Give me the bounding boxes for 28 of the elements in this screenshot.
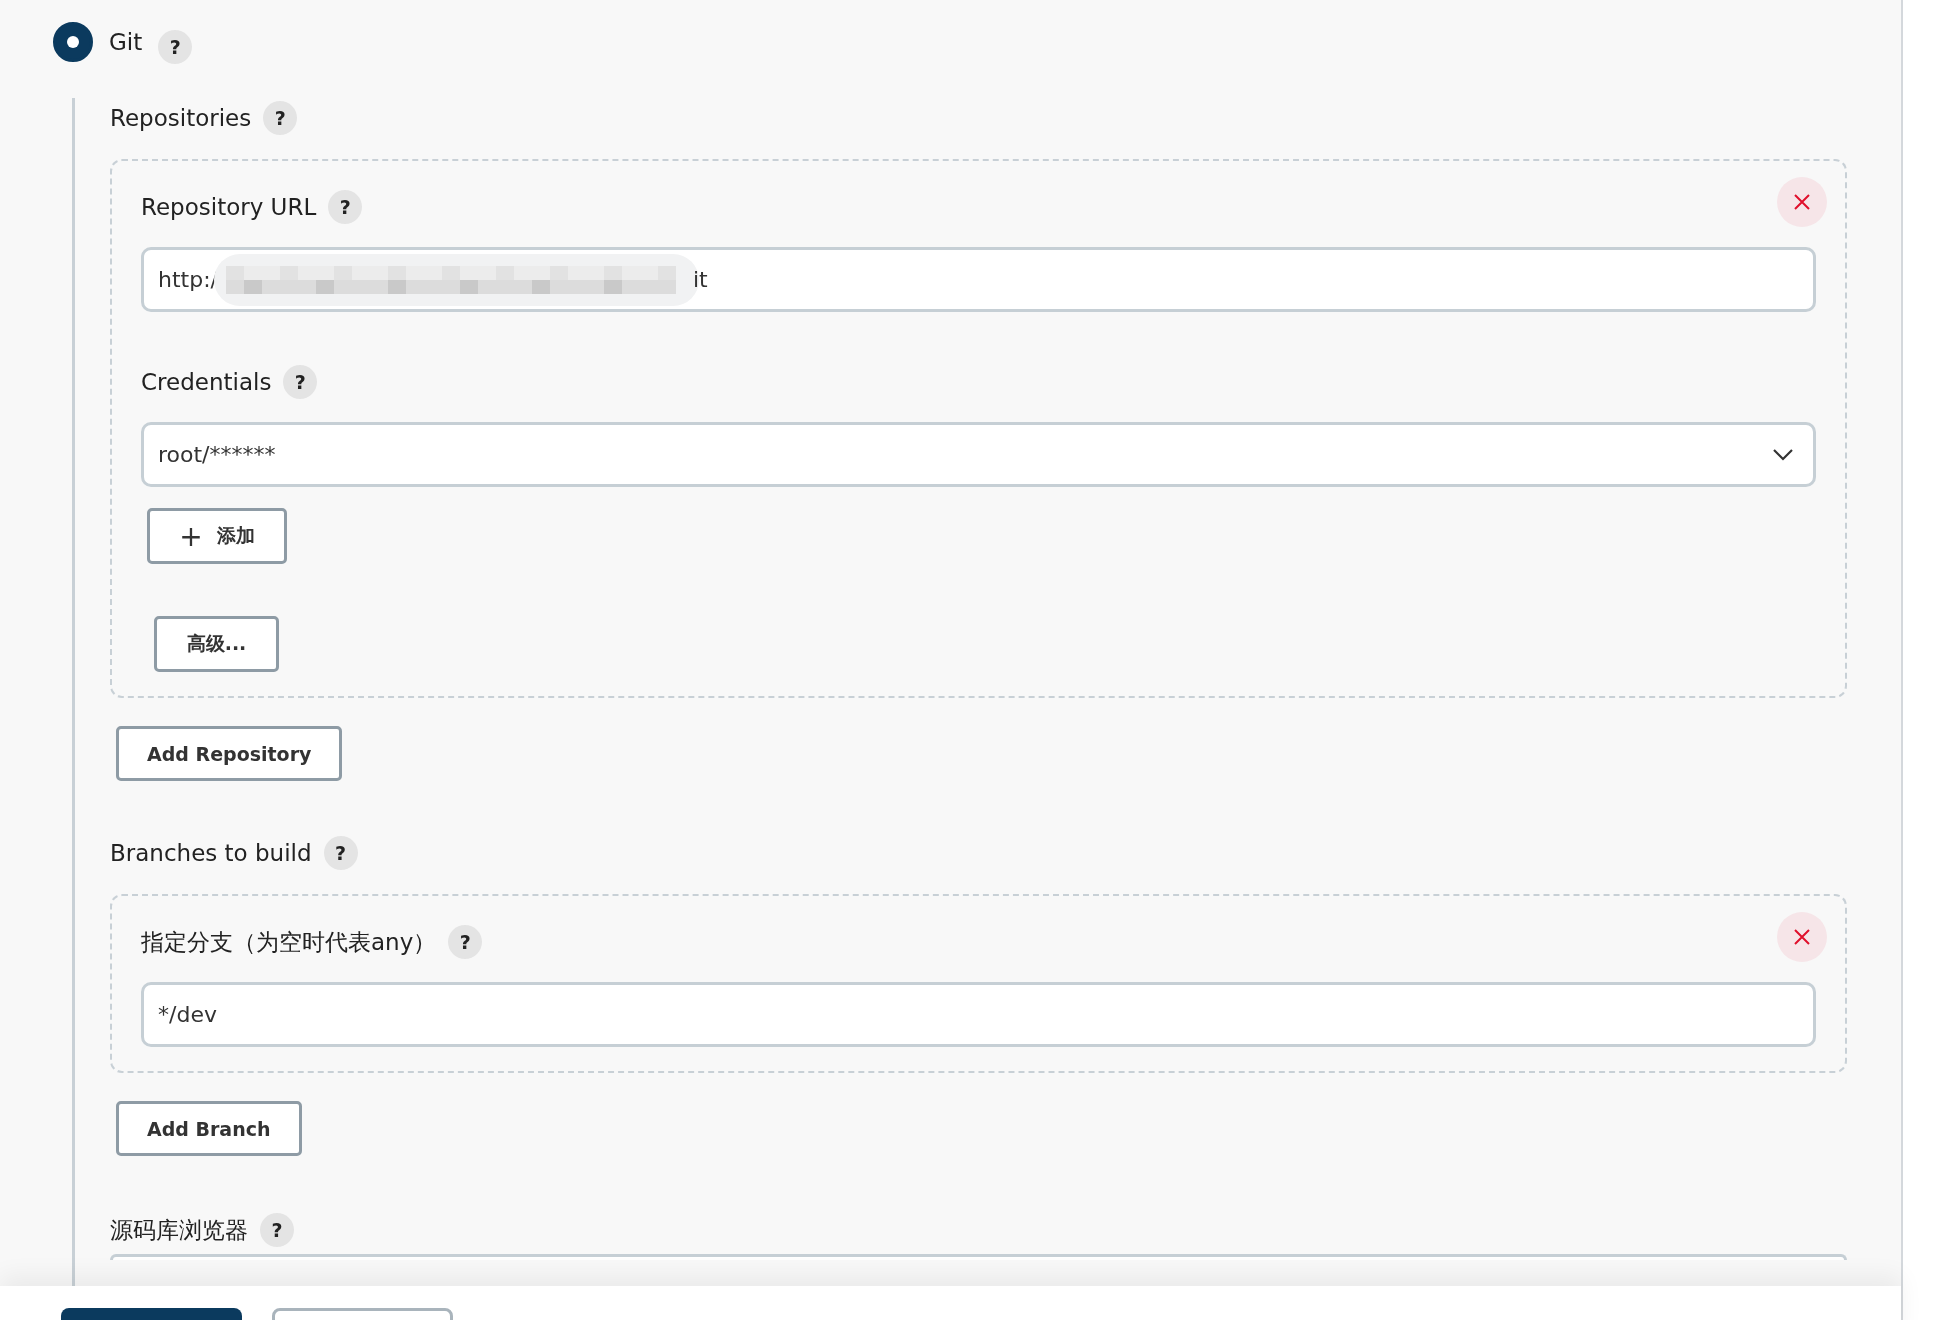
help-button[interactable]: ?: [323, 836, 358, 870]
field-label: Credentials: [141, 369, 272, 395]
help-button[interactable]: ?: [158, 30, 193, 64]
close-button[interactable]: [1777, 177, 1827, 227]
help-button[interactable]: ?: [328, 190, 363, 224]
option-label: Git: [109, 29, 143, 55]
select-field[interactable]: [110, 1254, 1847, 1260]
help-button[interactable]: ?: [283, 365, 318, 399]
input-field[interactable]: */dev: [141, 982, 1816, 1047]
select-field[interactable]: root/******: [141, 422, 1816, 487]
input-field[interactable]: http:/ it: [141, 247, 1816, 312]
field-label: Repository URL: [141, 194, 317, 220]
close-icon: [1793, 928, 1811, 946]
help-button[interactable]: ?: [263, 101, 298, 135]
section-label: 源码库浏览器: [110, 1215, 248, 1245]
help-button[interactable]: ?: [260, 1213, 294, 1247]
add-repository-button[interactable]: Add Repository: [116, 726, 343, 781]
close-button[interactable]: [1777, 912, 1827, 962]
field-label: 指定分支（为空时代表any）: [141, 927, 437, 957]
advanced-button[interactable]: 高级...: [154, 616, 279, 672]
chevron-down-icon: [1773, 448, 1793, 461]
radio-button[interactable]: [53, 22, 93, 62]
section-label: Branches to build: [110, 840, 312, 866]
add-button[interactable]: + 添加: [147, 508, 287, 564]
add-branch-button[interactable]: Add Branch: [116, 1101, 302, 1156]
section-label: Repositories: [110, 105, 252, 131]
close-icon: [1793, 193, 1811, 211]
help-button[interactable]: ?: [448, 925, 483, 959]
